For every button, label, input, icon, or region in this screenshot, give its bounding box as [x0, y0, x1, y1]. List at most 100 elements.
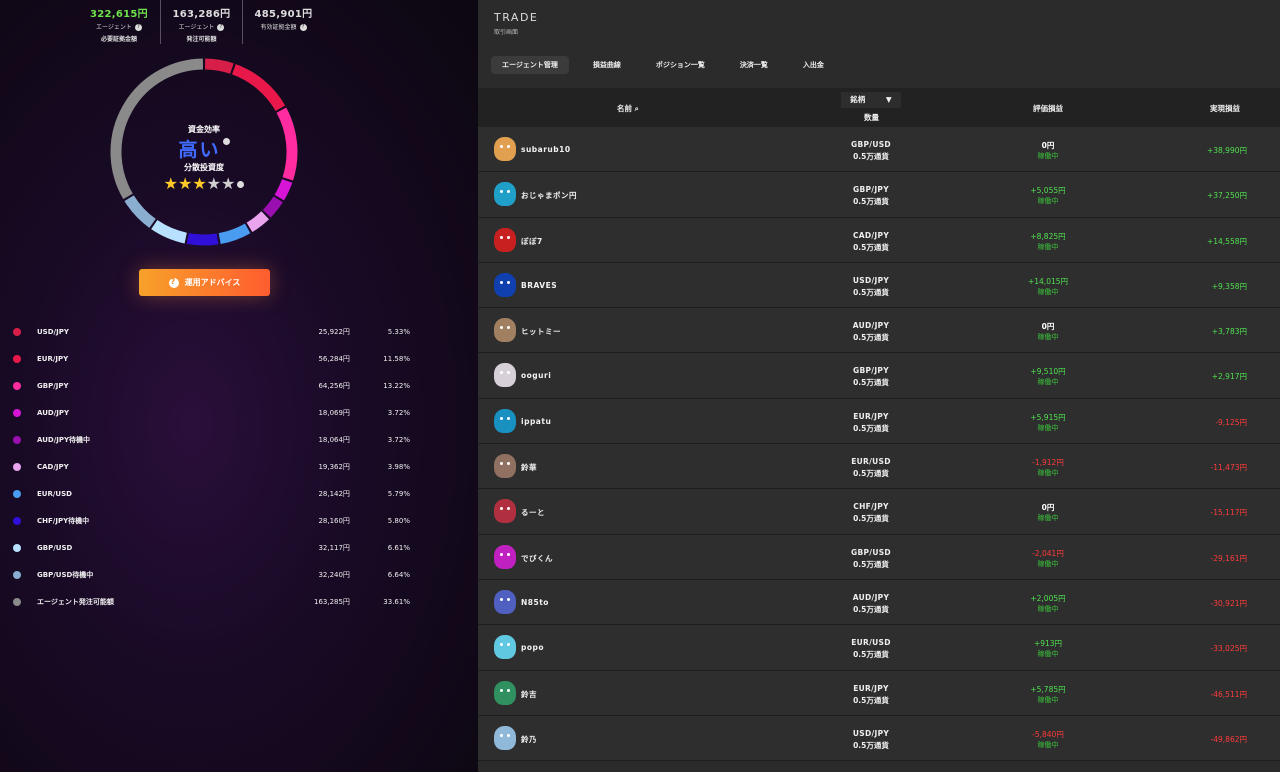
agent-qty: 0.5万通貨	[853, 152, 889, 161]
agent-pair: CHF/JPY	[853, 502, 889, 512]
table-row[interactable]: BRAVES USD/JPY 0.5万通貨 +14,015円 稼働中 +9,358円	[478, 262, 1280, 309]
stat-sublabel: 発注可能額	[186, 36, 217, 43]
efficiency-value: 高い	[178, 139, 221, 161]
allocation-name: USD/JPY	[37, 327, 69, 336]
help-icon[interactable]	[222, 138, 230, 145]
agent-qty: 0.5万通貨	[853, 650, 889, 660]
diversity-rating: ★★★★★	[104, 174, 304, 193]
search-icon[interactable]: ⌕	[635, 104, 639, 113]
help-icon[interactable]: ?	[134, 24, 142, 31]
agent-eval-pnl: 0円	[1041, 322, 1055, 332]
filter-icon[interactable]: ▼	[886, 95, 892, 104]
stat-label: エージェント	[96, 24, 132, 31]
table-row[interactable]: ヒットミー AUD/JPY 0.5万通貨 0円 稼働中 +3,783円	[478, 308, 1280, 354]
agent-qty: 0.5万通貨	[853, 333, 889, 343]
agent-eval-pnl: +2,005円	[1030, 593, 1066, 603]
agent-eval-pnl: 0円	[1041, 141, 1055, 150]
help-icon[interactable]	[237, 181, 245, 188]
donut-center: 資金効率 高い 分散投資度 ★★★★★	[104, 118, 304, 193]
tab-agent-management[interactable]: エージェント管理	[491, 56, 569, 74]
agent-pair: AUD/JPY	[852, 321, 890, 331]
agent-eval-pnl: +913円	[1033, 639, 1063, 649]
table-row[interactable]: ooguri GBP/JPY 0.5万通貨 +9,510円 稼働中 +2,917円	[478, 353, 1280, 399]
agent-status: 稼働中	[1037, 378, 1059, 387]
portfolio-panel: 322,615円 エージェント? 必要証拠金額 163,286円 エージェント?…	[0, 0, 478, 772]
tab-positions[interactable]: ポジション一覧	[645, 56, 716, 74]
agent-eval-pnl: 0円	[1041, 503, 1055, 513]
allocation-row: AUD/JPY待機中 18,064円 3.72%	[10, 426, 410, 453]
efficiency-label: 資金効率	[188, 125, 220, 134]
agent-eval-pnl: +5,915円	[1030, 412, 1066, 422]
stat-value: 322,615円	[90, 9, 148, 20]
realized-column-header: 実現損益	[1210, 104, 1240, 113]
table-row[interactable]: ぽぽ7 CAD/JPY 0.5万通貨 +8,825円 稼働中 +14,558円	[478, 217, 1280, 263]
tab-deposit-withdraw[interactable]: 入出金	[792, 56, 835, 74]
allocation-amount: 56,284円	[318, 354, 350, 363]
table-row[interactable]: 鈴吉 EUR/JPY 0.5万通貨 +5,785円 稼働中 -46,511円	[478, 670, 1280, 716]
agent-name: おじゃまポン円	[521, 191, 577, 201]
stat-order-capacity: 163,286円 エージェント? 発注可能額	[160, 0, 242, 44]
agent-realized-pnl: -46,511円	[1210, 689, 1247, 699]
allocation-percent: 3.72%	[387, 408, 410, 417]
advice-button[interactable]: 運用アドバイス	[139, 269, 270, 296]
agent-realized-pnl: -11,473円	[1210, 463, 1247, 473]
allocation-amount: 25,922円	[318, 327, 350, 336]
agent-pair: EUR/USD	[851, 638, 891, 648]
name-column-header[interactable]: 名前 ⌕	[617, 103, 639, 114]
agent-name: るーと	[521, 508, 545, 518]
allocation-row: CAD/JPY 19,362円 3.98%	[10, 453, 410, 480]
allocation-name: EUR/USD	[37, 490, 72, 499]
diversity-label: 分散投資度	[184, 163, 224, 172]
agent-status: 稼働中	[1037, 469, 1059, 478]
legend-dot	[13, 463, 21, 472]
trade-panel: TRADE 取引画面 エージェント管理 損益曲線 ポジション一覧 決済一覧 入出…	[478, 0, 1280, 772]
tab-settlements[interactable]: 決済一覧	[729, 56, 779, 74]
agent-name: でびくん	[521, 553, 553, 563]
star-icon: ★	[192, 174, 207, 193]
legend-dot	[13, 544, 21, 553]
allocation-percent: 11.58%	[383, 354, 410, 363]
table-row[interactable]: 鈴乃 USD/JPY 0.5万通貨 -5,840円 稼働中 -49,862円	[478, 715, 1280, 762]
agent-status: 稼働中	[1037, 152, 1059, 160]
allocation-amount: 163,285円	[313, 598, 350, 607]
donut-slice-5	[246, 211, 270, 233]
allocation-percent: 3.72%	[387, 435, 410, 444]
agent-name: 鈴華	[521, 463, 537, 473]
agent-status: 稼働中	[1037, 604, 1059, 613]
agent-name: subarub10	[521, 145, 571, 154]
agent-name: ippatu	[521, 416, 552, 426]
help-icon[interactable]: ?	[217, 24, 225, 31]
table-row[interactable]: るーと CHF/JPY 0.5万通貨 0円 稼働中 -15,117円	[478, 489, 1280, 535]
agent-realized-pnl: +14,558円	[1206, 236, 1247, 246]
pair-column-header[interactable]: 銘柄 ▼	[841, 92, 901, 108]
agent-qty: 0.5万通貨	[853, 197, 889, 207]
table-row[interactable]: 鈴華 EUR/USD 0.5万通貨 -1,912円 稼働中 -11,473円	[478, 444, 1280, 490]
agent-pair: GBP/USD	[851, 547, 891, 557]
agent-realized-pnl: -33,025円	[1210, 644, 1247, 654]
legend-dot	[13, 354, 21, 363]
agent-realized-pnl: -29,161円	[1210, 553, 1247, 563]
table-row[interactable]: subarub10 GBP/USD 0.5万通貨 0円 稼働中 +38,990円	[478, 127, 1280, 173]
agent-avatar	[494, 182, 516, 207]
legend-dot	[13, 490, 21, 499]
table-row[interactable]: popo EUR/USD 0.5万通貨 +913円 稼働中 -33,025円	[478, 625, 1280, 671]
agent-avatar	[494, 544, 516, 569]
stats-bar: 322,615円 エージェント? 必要証拠金額 163,286円 エージェント?…	[78, 0, 338, 44]
table-row[interactable]: おじゃまポン円 GBP/JPY 0.5万通貨 +5,055円 稼働中 +37,250円	[478, 172, 1280, 218]
agent-avatar	[494, 499, 516, 524]
allocation-row: CHF/JPY待機中 28,160円 5.80%	[10, 508, 410, 535]
agent-avatar	[494, 137, 516, 161]
chat-bubble-icon	[168, 277, 179, 288]
agent-status: 稼働中	[1037, 740, 1059, 749]
table-row[interactable]: でびくん GBP/USD 0.5万通貨 -2,041円 稼働中 -29,161円	[478, 534, 1280, 580]
star-icon: ★	[177, 174, 193, 193]
agent-realized-pnl: +38,990円	[1206, 146, 1247, 155]
agent-avatar	[494, 680, 516, 705]
agent-avatar	[494, 363, 516, 388]
agent-avatar	[494, 227, 516, 252]
help-icon[interactable]: ?	[299, 24, 307, 31]
allocation-amount: 19,362円	[318, 463, 350, 472]
table-row[interactable]: N85to AUD/JPY 0.5万通貨 +2,005円 稼働中 -30,921円	[478, 579, 1280, 626]
table-row[interactable]: ippatu EUR/JPY 0.5万通貨 +5,915円 稼働中 -9,125円	[478, 398, 1280, 445]
tab-pnl-curve[interactable]: 損益曲線	[582, 56, 632, 74]
